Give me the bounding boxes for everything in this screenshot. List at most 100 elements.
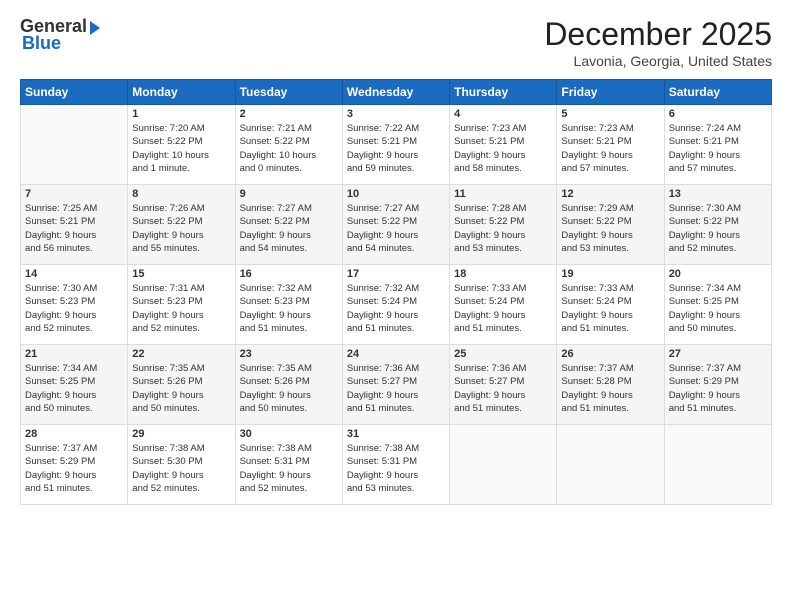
day-info: Sunrise: 7:24 AM Sunset: 5:21 PM Dayligh… (669, 122, 767, 175)
day-info: Sunrise: 7:34 AM Sunset: 5:25 PM Dayligh… (669, 282, 767, 335)
calendar-cell: 26 Sunrise: 7:37 AM Sunset: 5:28 PM Dayli… (557, 345, 664, 425)
day-number: 8 (132, 188, 230, 200)
day-number: 2 (240, 108, 338, 120)
calendar-cell: 12 Sunrise: 7:29 AM Sunset: 5:22 PM Dayli… (557, 185, 664, 265)
calendar-cell: 11 Sunrise: 7:28 AM Sunset: 5:22 PM Dayli… (450, 185, 557, 265)
day-number: 19 (561, 268, 659, 280)
day-info: Sunrise: 7:37 AM Sunset: 5:28 PM Dayligh… (561, 362, 659, 415)
day-info: Sunrise: 7:34 AM Sunset: 5:25 PM Dayligh… (25, 362, 123, 415)
day-info: Sunrise: 7:38 AM Sunset: 5:31 PM Dayligh… (347, 442, 445, 495)
day-number: 4 (454, 108, 552, 120)
calendar-cell: 27 Sunrise: 7:37 AM Sunset: 5:29 PM Dayli… (664, 345, 771, 425)
day-info: Sunrise: 7:38 AM Sunset: 5:31 PM Dayligh… (240, 442, 338, 495)
calendar-week-2: 7Sunrise: 7:25 AM Sunset: 5:21 PM Daylig… (21, 185, 772, 265)
day-info: Sunrise: 7:27 AM Sunset: 5:22 PM Dayligh… (347, 202, 445, 255)
calendar-week-4: 21 Sunrise: 7:34 AM Sunset: 5:25 PM Dayli… (21, 345, 772, 425)
weekday-header-saturday: Saturday (664, 80, 771, 105)
day-number: 12 (561, 188, 659, 200)
day-number: 15 (132, 268, 230, 280)
calendar-cell: 17 Sunrise: 7:32 AM Sunset: 5:24 PM Dayli… (342, 265, 449, 345)
day-info: Sunrise: 7:28 AM Sunset: 5:22 PM Dayligh… (454, 202, 552, 255)
day-info: Sunrise: 7:31 AM Sunset: 5:23 PM Dayligh… (132, 282, 230, 335)
day-info: Sunrise: 7:37 AM Sunset: 5:29 PM Dayligh… (669, 362, 767, 415)
day-number: 7 (25, 188, 123, 200)
calendar-week-3: 14 Sunrise: 7:30 AM Sunset: 5:23 PM Dayli… (21, 265, 772, 345)
calendar-cell: 21 Sunrise: 7:34 AM Sunset: 5:25 PM Dayli… (21, 345, 128, 425)
calendar-cell: 7Sunrise: 7:25 AM Sunset: 5:21 PM Daylig… (21, 185, 128, 265)
day-info: Sunrise: 7:27 AM Sunset: 5:22 PM Dayligh… (240, 202, 338, 255)
weekday-header-friday: Friday (557, 80, 664, 105)
day-number: 25 (454, 348, 552, 360)
calendar-cell: 29 Sunrise: 7:38 AM Sunset: 5:30 PM Dayli… (128, 425, 235, 505)
calendar-cell: 15 Sunrise: 7:31 AM Sunset: 5:23 PM Dayli… (128, 265, 235, 345)
day-number: 5 (561, 108, 659, 120)
day-info: Sunrise: 7:30 AM Sunset: 5:23 PM Dayligh… (25, 282, 123, 335)
calendar-week-5: 28 Sunrise: 7:37 AM Sunset: 5:29 PM Dayli… (21, 425, 772, 505)
calendar-cell: 8 Sunrise: 7:26 AM Sunset: 5:22 PM Daylig… (128, 185, 235, 265)
day-number: 31 (347, 428, 445, 440)
day-number: 10 (347, 188, 445, 200)
weekday-header-wednesday: Wednesday (342, 80, 449, 105)
location-text: Lavonia, Georgia, United States (544, 53, 772, 69)
day-info: Sunrise: 7:36 AM Sunset: 5:27 PM Dayligh… (454, 362, 552, 415)
title-section: December 2025 Lavonia, Georgia, United S… (544, 16, 772, 69)
day-info: Sunrise: 7:32 AM Sunset: 5:24 PM Dayligh… (347, 282, 445, 335)
day-info: Sunrise: 7:32 AM Sunset: 5:23 PM Dayligh… (240, 282, 338, 335)
day-number: 17 (347, 268, 445, 280)
day-info: Sunrise: 7:38 AM Sunset: 5:30 PM Dayligh… (132, 442, 230, 495)
calendar-cell: 25 Sunrise: 7:36 AM Sunset: 5:27 PM Dayli… (450, 345, 557, 425)
day-number: 14 (25, 268, 123, 280)
day-info: Sunrise: 7:33 AM Sunset: 5:24 PM Dayligh… (454, 282, 552, 335)
calendar-cell: 13Sunrise: 7:30 AM Sunset: 5:22 PM Dayli… (664, 185, 771, 265)
calendar-cell (450, 425, 557, 505)
calendar-cell: 16 Sunrise: 7:32 AM Sunset: 5:23 PM Dayli… (235, 265, 342, 345)
day-number: 24 (347, 348, 445, 360)
calendar-cell: 6 Sunrise: 7:24 AM Sunset: 5:21 PM Daylig… (664, 105, 771, 185)
calendar-cell: 5Sunrise: 7:23 AM Sunset: 5:21 PM Daylig… (557, 105, 664, 185)
day-info: Sunrise: 7:33 AM Sunset: 5:24 PM Dayligh… (561, 282, 659, 335)
weekday-header-row: SundayMondayTuesdayWednesdayThursdayFrid… (21, 80, 772, 105)
day-number: 29 (132, 428, 230, 440)
day-info: Sunrise: 7:20 AM Sunset: 5:22 PM Dayligh… (132, 122, 230, 175)
day-number: 6 (669, 108, 767, 120)
calendar-table: SundayMondayTuesdayWednesdayThursdayFrid… (20, 79, 772, 505)
calendar-cell: 30 Sunrise: 7:38 AM Sunset: 5:31 PM Dayli… (235, 425, 342, 505)
calendar-cell: 2 Sunrise: 7:21 AM Sunset: 5:22 PM Daylig… (235, 105, 342, 185)
day-info: Sunrise: 7:21 AM Sunset: 5:22 PM Dayligh… (240, 122, 338, 175)
logo: General Blue (20, 16, 100, 54)
day-number: 1 (132, 108, 230, 120)
day-number: 28 (25, 428, 123, 440)
day-number: 9 (240, 188, 338, 200)
calendar-cell: 18 Sunrise: 7:33 AM Sunset: 5:24 PM Dayli… (450, 265, 557, 345)
calendar-cell (664, 425, 771, 505)
page: General Blue December 2025 Lavonia, Geor… (0, 0, 792, 612)
day-number: 20 (669, 268, 767, 280)
weekday-header-tuesday: Tuesday (235, 80, 342, 105)
calendar-cell: 1 Sunrise: 7:20 AM Sunset: 5:22 PM Daylig… (128, 105, 235, 185)
day-info: Sunrise: 7:29 AM Sunset: 5:22 PM Dayligh… (561, 202, 659, 255)
day-number: 11 (454, 188, 552, 200)
day-number: 23 (240, 348, 338, 360)
calendar-cell: 22Sunrise: 7:35 AM Sunset: 5:26 PM Dayli… (128, 345, 235, 425)
day-number: 30 (240, 428, 338, 440)
calendar-cell (557, 425, 664, 505)
day-info: Sunrise: 7:26 AM Sunset: 5:22 PM Dayligh… (132, 202, 230, 255)
calendar-cell: 3Sunrise: 7:22 AM Sunset: 5:21 PM Daylig… (342, 105, 449, 185)
calendar-cell: 24 Sunrise: 7:36 AM Sunset: 5:27 PM Dayli… (342, 345, 449, 425)
day-number: 22 (132, 348, 230, 360)
calendar-cell: 31 Sunrise: 7:38 AM Sunset: 5:31 PM Dayli… (342, 425, 449, 505)
day-number: 18 (454, 268, 552, 280)
day-number: 21 (25, 348, 123, 360)
month-year-title: December 2025 (544, 16, 772, 53)
calendar-cell: 28 Sunrise: 7:37 AM Sunset: 5:29 PM Dayli… (21, 425, 128, 505)
day-number: 16 (240, 268, 338, 280)
calendar-cell: 23Sunrise: 7:35 AM Sunset: 5:26 PM Dayli… (235, 345, 342, 425)
day-info: Sunrise: 7:30 AM Sunset: 5:22 PM Dayligh… (669, 202, 767, 255)
day-number: 27 (669, 348, 767, 360)
day-number: 3 (347, 108, 445, 120)
logo-arrow-icon (90, 21, 100, 35)
day-info: Sunrise: 7:36 AM Sunset: 5:27 PM Dayligh… (347, 362, 445, 415)
day-number: 26 (561, 348, 659, 360)
calendar-week-1: 1 Sunrise: 7:20 AM Sunset: 5:22 PM Daylig… (21, 105, 772, 185)
day-info: Sunrise: 7:37 AM Sunset: 5:29 PM Dayligh… (25, 442, 123, 495)
